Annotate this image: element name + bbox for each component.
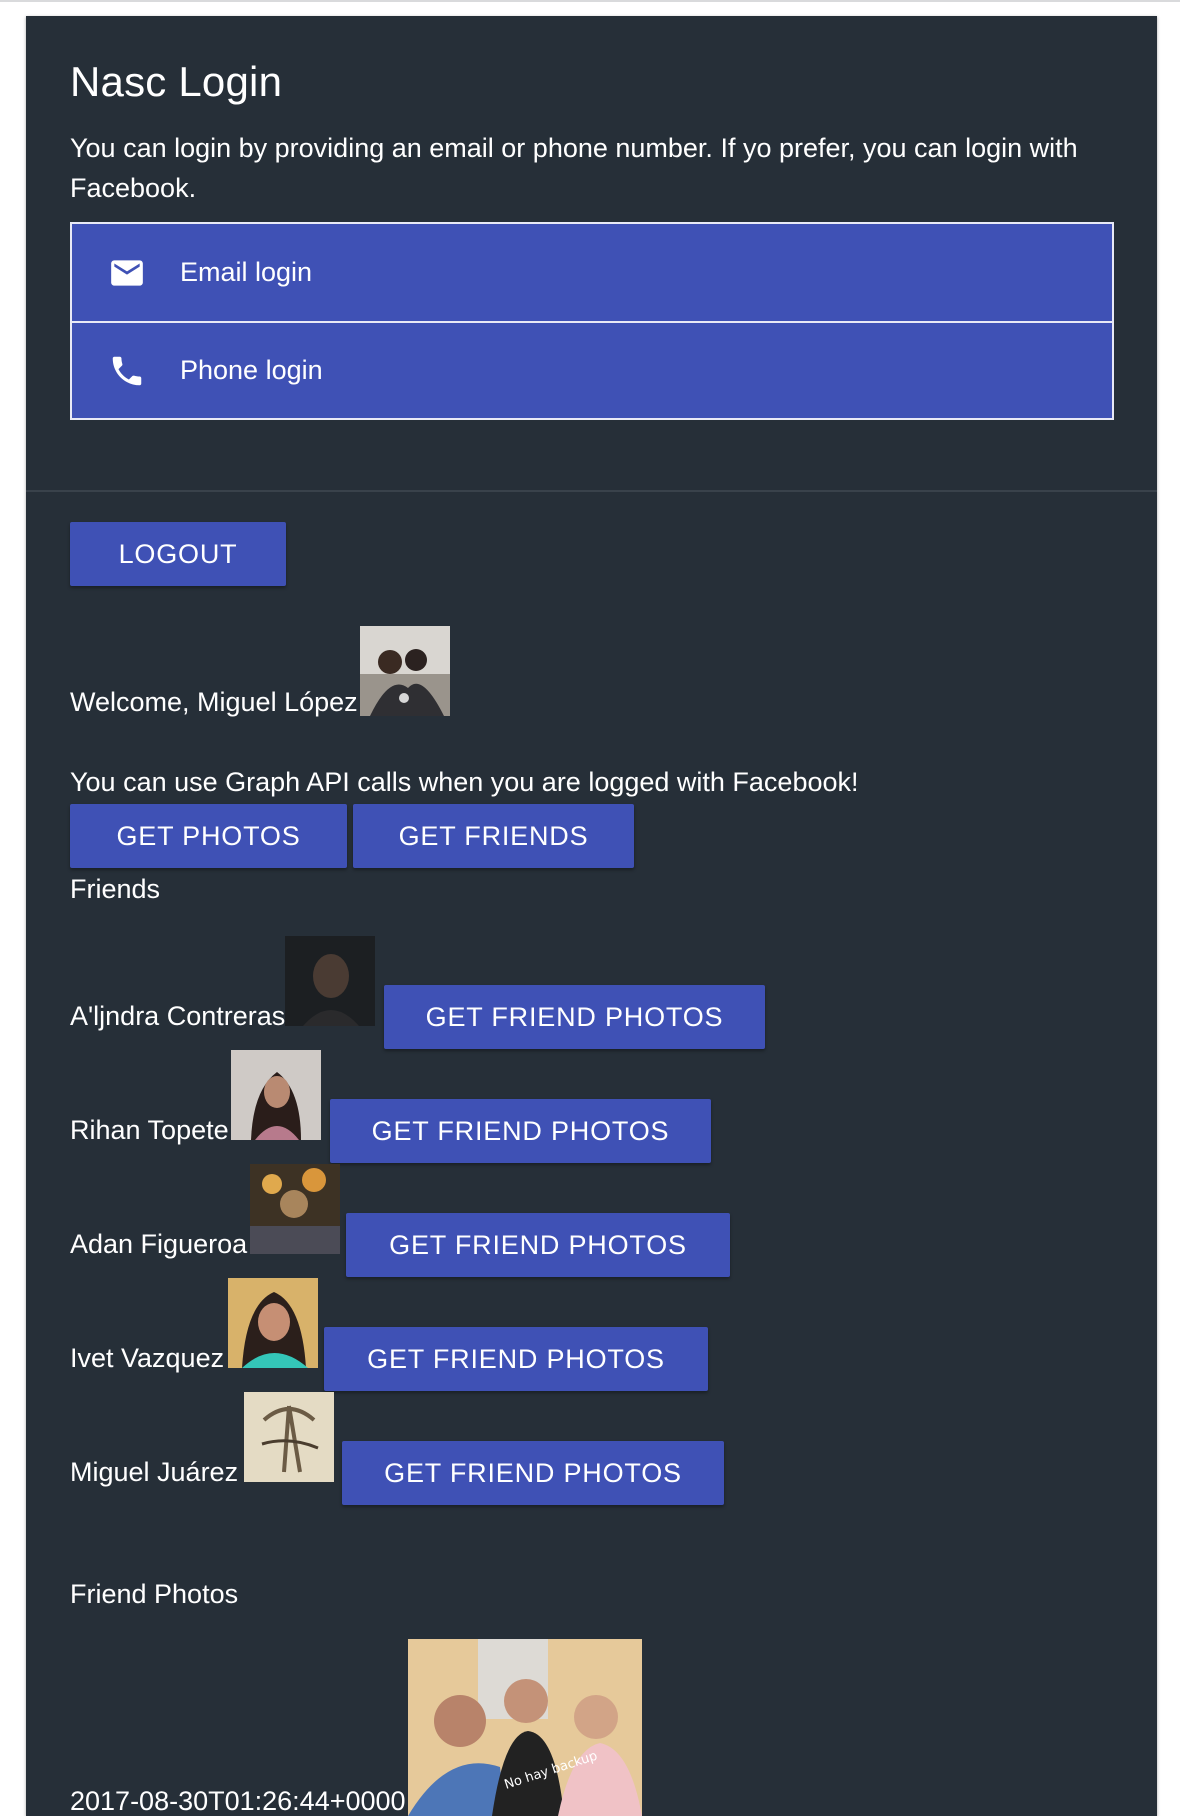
section-divider bbox=[26, 490, 1157, 492]
friend-name: Adan Figueroa bbox=[70, 1229, 248, 1259]
welcome-message: Welcome, Miguel López bbox=[70, 687, 358, 717]
user-avatar bbox=[360, 626, 450, 716]
get-friend-photos-button[interactable]: GET FRIEND PHOTOS bbox=[384, 985, 765, 1049]
login-instructions: You can login by providing an email or p… bbox=[70, 133, 1078, 203]
friend-name: Miguel Juárez bbox=[70, 1457, 239, 1487]
window-top-border bbox=[0, 0, 1180, 2]
friend-avatar bbox=[285, 936, 375, 1026]
get-friend-photos-button[interactable]: GET FRIEND PHOTOS bbox=[346, 1213, 730, 1277]
friend-name: A'ljndra Contreras bbox=[70, 1001, 286, 1031]
login-options-list: Email login Phone login bbox=[70, 222, 1114, 420]
friend-name: Rihan Topete bbox=[70, 1115, 229, 1145]
photo-timestamp: 2017-08-30T01:26:44+0000 bbox=[70, 1786, 406, 1816]
friend-avatar bbox=[231, 1050, 321, 1140]
graph-api-message: You can use Graph API calls when you are… bbox=[70, 767, 859, 797]
email-login-label: Email login bbox=[180, 257, 313, 287]
login-card: Nasc Login You can login by providing an… bbox=[26, 16, 1157, 1816]
friend-name: Ivet Vazquez bbox=[70, 1343, 225, 1373]
logout-button[interactable]: LOGOUT bbox=[70, 522, 286, 586]
phone-login-button[interactable]: Phone login bbox=[72, 321, 1112, 418]
get-friend-photos-button[interactable]: GET FRIEND PHOTOS bbox=[324, 1327, 708, 1391]
get-friend-photos-button[interactable]: GET FRIEND PHOTOS bbox=[330, 1099, 711, 1163]
friend-avatar bbox=[228, 1278, 318, 1368]
page-title: Nasc Login bbox=[70, 58, 283, 105]
mail-icon bbox=[108, 254, 146, 292]
get-friend-photos-button[interactable]: GET FRIEND PHOTOS bbox=[342, 1441, 724, 1505]
phone-icon bbox=[108, 352, 146, 390]
get-friends-button[interactable]: GET FRIENDS bbox=[353, 804, 634, 868]
friend-photos-heading: Friend Photos bbox=[70, 1579, 239, 1609]
friend-avatar bbox=[244, 1392, 334, 1482]
friend-photo: No hay backup bbox=[408, 1639, 642, 1816]
friends-heading: Friends bbox=[70, 874, 161, 904]
get-photos-button[interactable]: GET PHOTOS bbox=[70, 804, 347, 868]
friend-avatar bbox=[250, 1164, 340, 1254]
email-login-button[interactable]: Email login bbox=[72, 224, 1112, 321]
phone-login-label: Phone login bbox=[180, 355, 323, 385]
